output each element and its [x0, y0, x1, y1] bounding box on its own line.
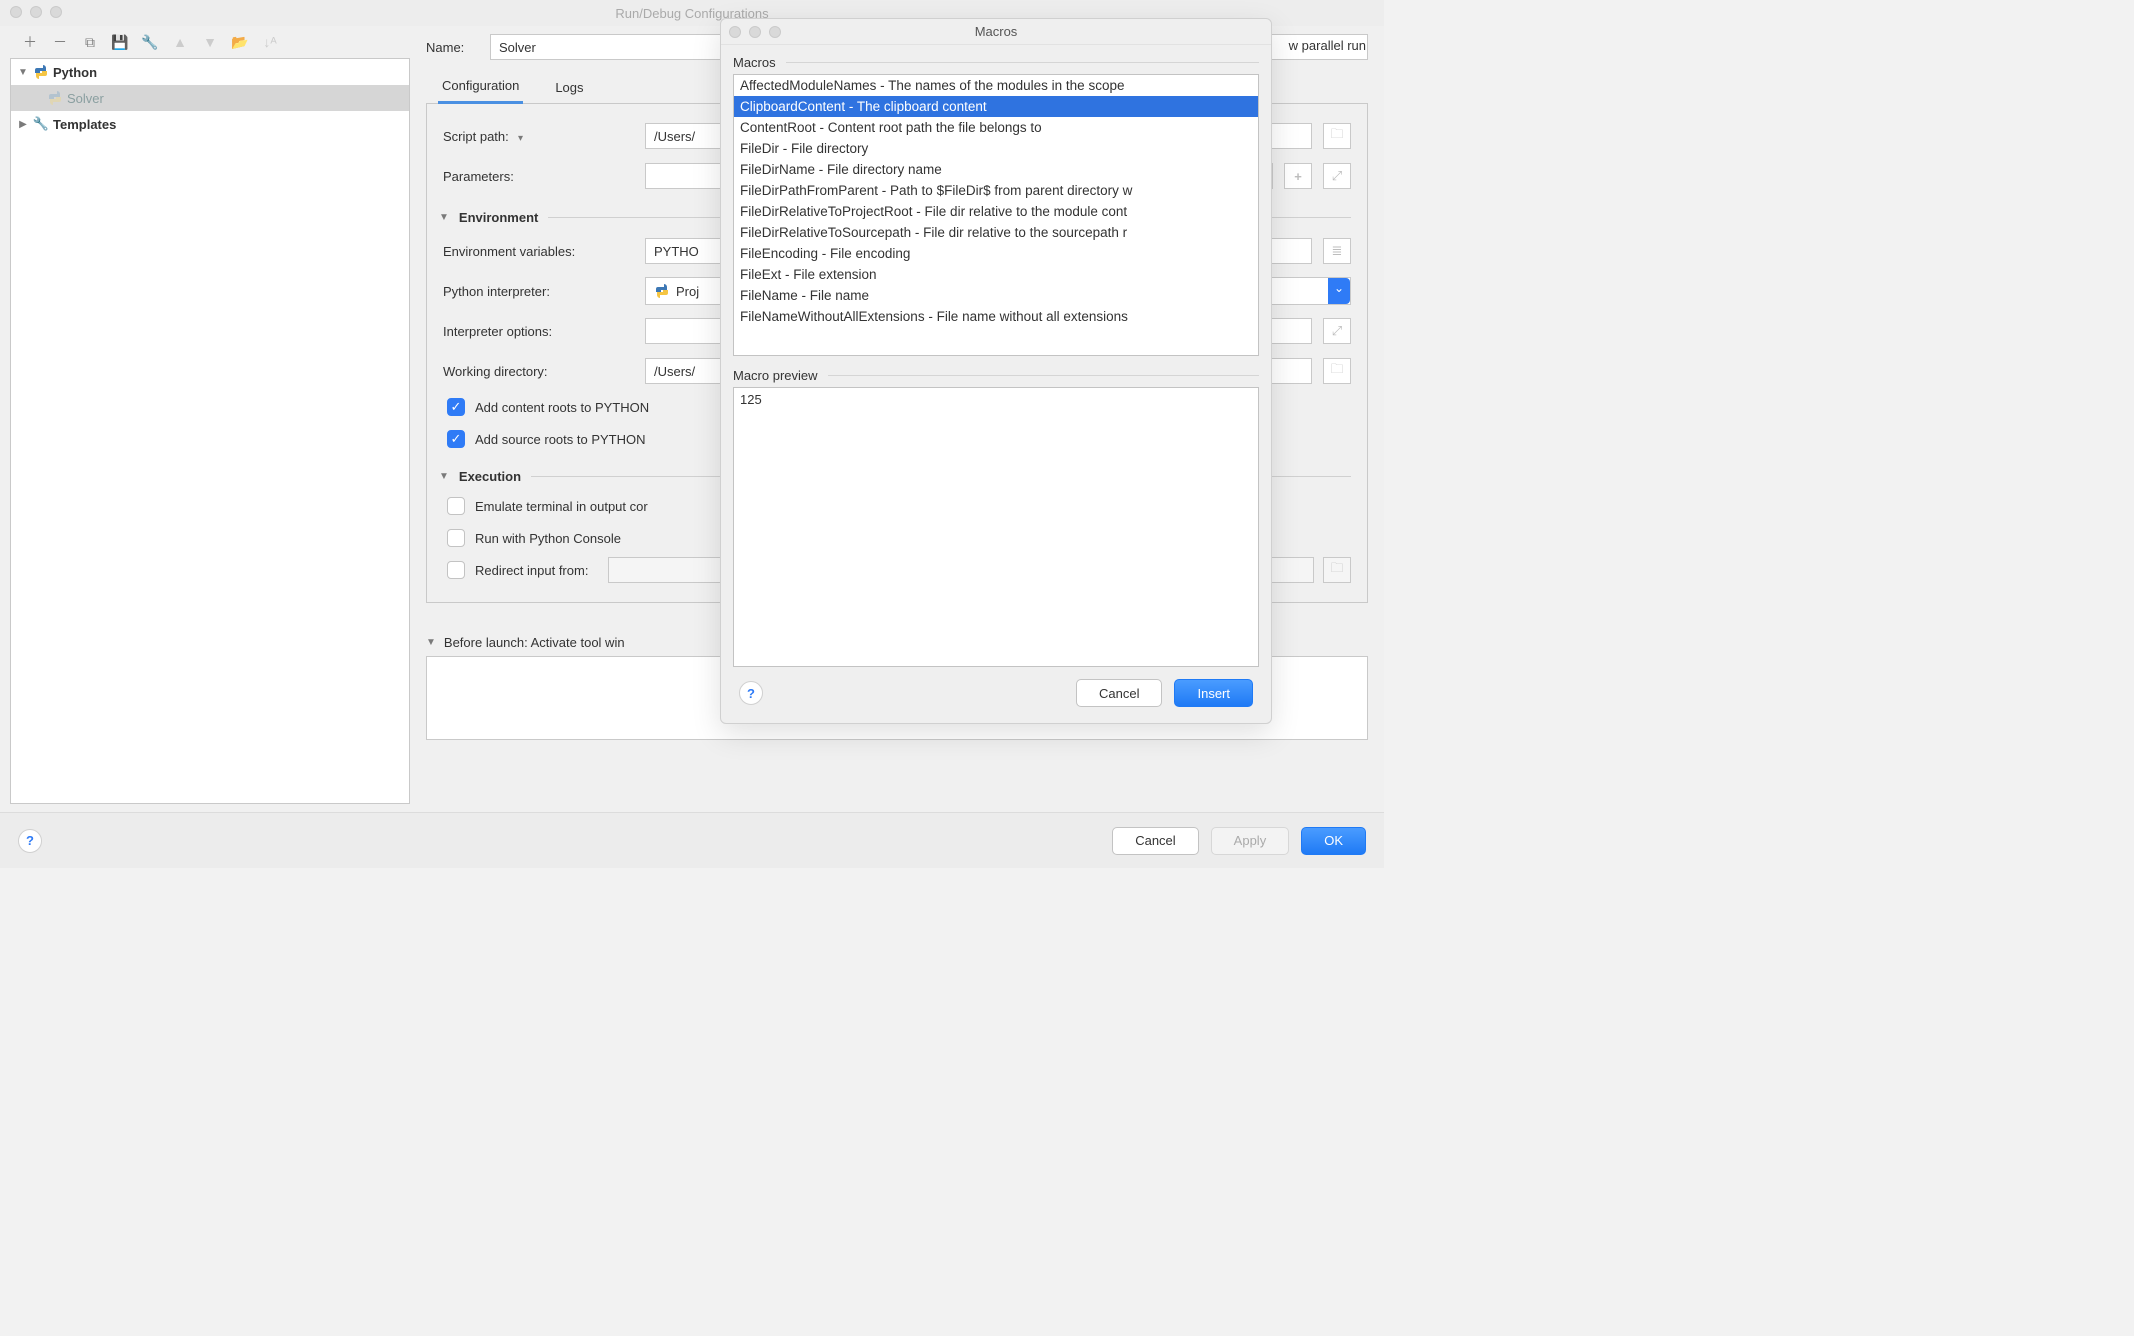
config-tree[interactable]: ▼ Python Solver ▶ 🔧 Templates: [10, 58, 410, 804]
interpreter-label: Python interpreter:: [443, 284, 633, 299]
parallel-run-label: w parallel run: [1289, 38, 1366, 53]
cancel-button[interactable]: Cancel: [1112, 827, 1198, 855]
macro-item[interactable]: FileDirPathFromParent - Path to $FileDir…: [734, 180, 1258, 201]
folder-icon: 🗀: [1330, 360, 1343, 382]
tree-label: Solver: [67, 91, 104, 106]
wrench-icon: 🔧: [33, 116, 49, 132]
preview-value: 125: [740, 392, 762, 407]
sidebar: ＋ － ⧉ 💾 🔧 ▲ ▼ 📂 ↓ᴬ ▼ Python Solver: [0, 26, 420, 811]
disclosure-triangle-icon: ▼: [439, 212, 449, 223]
remove-icon[interactable]: －: [52, 34, 68, 50]
expand-button[interactable]: ⤢: [1323, 163, 1351, 189]
folder-icon: 🗀: [1330, 125, 1343, 147]
macro-list[interactable]: AffectedModuleNames - The names of the m…: [733, 74, 1259, 356]
copy-icon[interactable]: ⧉: [82, 34, 98, 50]
working-dir-label: Working directory:: [443, 364, 633, 379]
macro-item[interactable]: FileNameWithoutAllExtensions - File name…: [734, 306, 1258, 327]
env-vars-label: Environment variables:: [443, 244, 633, 259]
insert-button[interactable]: Insert: [1174, 679, 1253, 707]
browse-button[interactable]: 🗀: [1323, 123, 1351, 149]
browse-button: 🗀: [1323, 557, 1351, 583]
macro-item[interactable]: ContentRoot - Content root path the file…: [734, 117, 1258, 138]
tree-node-templates[interactable]: ▶ 🔧 Templates: [11, 111, 409, 137]
parameters-label: Parameters:: [443, 169, 633, 184]
help-button[interactable]: ?: [739, 681, 763, 705]
checkbox-off-icon: [447, 561, 465, 579]
tree-node-python[interactable]: ▼ Python: [11, 59, 409, 85]
dialog-footer: ? Cancel Apply OK: [0, 812, 1384, 868]
disclosure-triangle-icon: ▼: [439, 471, 449, 482]
disclosure-triangle-icon: ▼: [426, 637, 436, 648]
expand-icon: ⤢: [1332, 323, 1342, 339]
python-icon: [654, 283, 670, 299]
folder-icon: 🗀: [1330, 559, 1343, 581]
folder-move-icon[interactable]: 📂: [232, 34, 248, 50]
sidebar-toolbar: ＋ － ⧉ 💾 🔧 ▲ ▼ 📂 ↓ᴬ: [10, 32, 410, 58]
apply-button: Apply: [1211, 827, 1290, 855]
select-chevron-icon[interactable]: [1328, 278, 1350, 304]
interpreter-options-label: Interpreter options:: [443, 324, 633, 339]
up-icon[interactable]: ▲: [172, 34, 188, 50]
disclosure-triangle-icon[interactable]: ▶: [17, 119, 29, 130]
tree-label: Python: [53, 65, 97, 80]
macros-title: Macros: [975, 24, 1018, 39]
parallel-run-checkbox[interactable]: w parallel run: [1289, 38, 1366, 53]
chevron-down-icon[interactable]: ▾: [512, 133, 523, 144]
macro-item[interactable]: AffectedModuleNames - The names of the m…: [734, 75, 1258, 96]
save-icon[interactable]: 💾: [112, 34, 128, 50]
checkbox-on-icon: ✓: [447, 398, 465, 416]
checkbox-off-icon: [447, 529, 465, 547]
macros-dialog: Macros Macros AffectedModuleNames - The …: [720, 18, 1272, 724]
down-icon[interactable]: ▼: [202, 34, 218, 50]
macro-item[interactable]: FileDirName - File directory name: [734, 159, 1258, 180]
checkbox-off-icon: [447, 497, 465, 515]
preview-section-label: Macro preview: [733, 368, 1259, 383]
sort-icon[interactable]: ↓ᴬ: [262, 34, 278, 50]
zoom-dot[interactable]: [50, 6, 62, 18]
python-icon: [33, 64, 49, 80]
browse-button[interactable]: 🗀: [1323, 358, 1351, 384]
zoom-dot[interactable]: [769, 26, 781, 38]
tree-node-solver[interactable]: Solver: [11, 85, 409, 111]
macro-preview: 125: [733, 387, 1259, 667]
python-icon: [47, 90, 63, 106]
expand-button[interactable]: ⤢: [1323, 318, 1351, 344]
tab-configuration[interactable]: Configuration: [438, 78, 523, 104]
plus-icon: +: [1294, 169, 1302, 184]
name-label: Name:: [426, 40, 478, 55]
checkbox-on-icon: ✓: [447, 430, 465, 448]
close-dot[interactable]: [729, 26, 741, 38]
wrench-icon[interactable]: 🔧: [142, 34, 158, 50]
macro-item[interactable]: FileName - File name: [734, 285, 1258, 306]
tab-logs[interactable]: Logs: [551, 80, 587, 103]
macro-item[interactable]: FileExt - File extension: [734, 264, 1258, 285]
minimize-dot[interactable]: [30, 6, 42, 18]
add-param-button[interactable]: +: [1284, 163, 1312, 189]
env-list-button[interactable]: ≣: [1323, 238, 1351, 264]
macro-item[interactable]: FileDirRelativeToProjectRoot - File dir …: [734, 201, 1258, 222]
disclosure-triangle-icon[interactable]: ▼: [17, 67, 29, 78]
macros-titlebar: Macros: [721, 19, 1271, 45]
script-path-label[interactable]: Script path: ▾: [443, 129, 633, 144]
tree-label: Templates: [53, 117, 116, 132]
minimize-dot[interactable]: [749, 26, 761, 38]
window-controls: [10, 6, 62, 18]
macro-item[interactable]: FileEncoding - File encoding: [734, 243, 1258, 264]
macro-item[interactable]: ClipboardContent - The clipboard content: [734, 96, 1258, 117]
cancel-button[interactable]: Cancel: [1076, 679, 1162, 707]
macro-item[interactable]: FileDirRelativeToSourcepath - File dir r…: [734, 222, 1258, 243]
ok-button[interactable]: OK: [1301, 827, 1366, 855]
expand-icon: ⤢: [1332, 168, 1342, 184]
close-dot[interactable]: [10, 6, 22, 18]
add-icon[interactable]: ＋: [22, 34, 38, 50]
macros-section-label: Macros: [733, 55, 1259, 70]
macro-item[interactable]: FileDir - File directory: [734, 138, 1258, 159]
window-controls: [729, 26, 781, 38]
list-icon: ≣: [1332, 243, 1343, 259]
help-button[interactable]: ?: [18, 829, 42, 853]
